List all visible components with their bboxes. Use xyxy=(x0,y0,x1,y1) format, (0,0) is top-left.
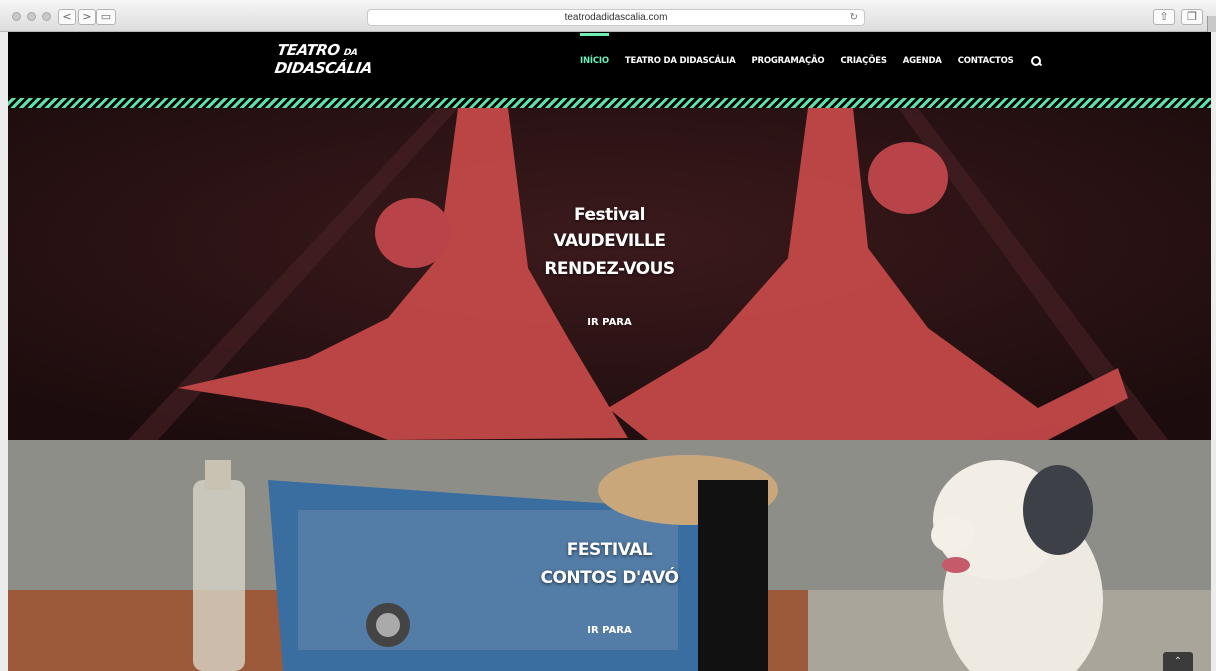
site-header: TEATRO DA DIDASCÁLIA INÍCIO TEATRO DA DI… xyxy=(8,32,1211,98)
back-button[interactable]: < xyxy=(58,9,76,25)
hero-slide-contos: FESTIVAL CONTOS D'AVÓ IR PARA xyxy=(8,440,1211,671)
nav-item-criacoes[interactable]: CRIAÇÕES xyxy=(840,56,887,66)
slide-link-button[interactable]: IR PARA xyxy=(8,625,1211,636)
website: TEATRO DA DIDASCÁLIA INÍCIO TEATRO DA DI… xyxy=(8,32,1211,671)
slide-title-line3: RENDEZ-VOUS xyxy=(544,259,675,279)
slide-title-line1: FESTIVAL xyxy=(566,540,653,560)
slide-link-button[interactable]: IR PARA xyxy=(8,317,1211,328)
nav-item-agenda[interactable]: AGENDA xyxy=(903,56,942,66)
search-icon[interactable] xyxy=(1030,55,1042,67)
nav-item-teatro[interactable]: TEATRO DA DIDASCÁLIA xyxy=(625,56,736,66)
nav-item-programacao[interactable]: PROGRAMAÇÃO xyxy=(751,56,824,66)
forward-button[interactable]: > xyxy=(78,9,96,25)
logo-line1-small: DA xyxy=(343,48,358,58)
nav-item-contactos[interactable]: CONTACTOS xyxy=(958,56,1014,66)
minimize-window-icon[interactable] xyxy=(27,12,36,21)
decorative-stripe xyxy=(8,98,1211,108)
zoom-window-icon[interactable] xyxy=(42,12,51,21)
logo-line1: TEATRO xyxy=(276,41,341,59)
logo-line2: DIDASCÁLIA xyxy=(273,59,374,77)
site-logo[interactable]: TEATRO DA DIDASCÁLIA xyxy=(273,41,376,77)
address-bar[interactable]: teatrodadidascalia.com ↻ xyxy=(367,9,865,26)
slide-title-line2: VAUDEVILLE xyxy=(553,231,666,251)
main-navigation: INÍCIO TEATRO DA DIDASCÁLIA PROGRAMAÇÃO … xyxy=(580,33,1042,67)
reload-icon[interactable]: ↻ xyxy=(850,10,858,25)
slide-title-line1: Festival xyxy=(574,205,645,225)
history-buttons: < > xyxy=(58,9,96,25)
share-button[interactable]: ⇧ xyxy=(1153,9,1175,25)
browser-toolbar: < > ▭ teatrodadidascalia.com ↻ ⇧ ❐ xyxy=(0,0,1216,32)
close-window-icon[interactable] xyxy=(12,12,21,21)
url-text: teatrodadidascalia.com xyxy=(564,12,668,23)
window-edge xyxy=(1207,16,1216,32)
sidebar-toggle-button[interactable]: ▭ xyxy=(96,9,116,25)
scroll-to-top-button[interactable]: ⌃ xyxy=(1163,652,1193,671)
hero-slide-vaudeville: Festival VAUDEVILLE RENDEZ-VOUS IR PARA xyxy=(8,108,1211,440)
show-tabs-button[interactable]: ❐ xyxy=(1181,9,1203,25)
nav-item-inicio[interactable]: INÍCIO xyxy=(580,33,609,66)
window-controls[interactable] xyxy=(12,12,51,21)
slide-title-line2: CONTOS D'AVÓ xyxy=(540,568,680,588)
